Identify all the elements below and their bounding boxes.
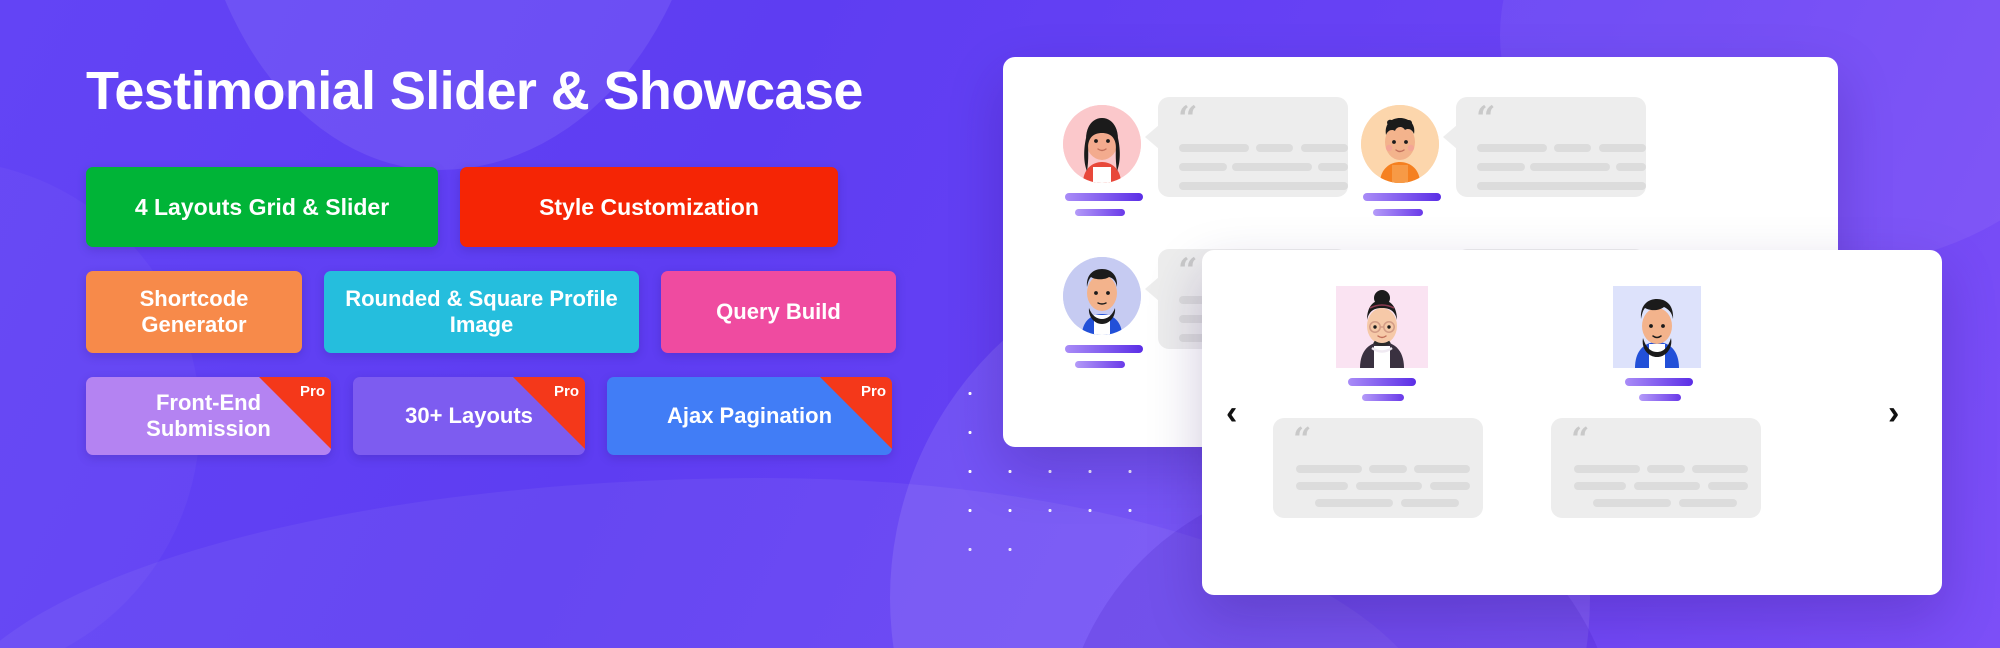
quote-icon: “ — [1293, 420, 1312, 458]
man-orange-avatar — [1361, 105, 1439, 183]
feature-chip-label: 30+ Layouts — [405, 402, 533, 428]
pro-ribbon-label: Pro — [553, 383, 579, 401]
feature-chip-rounded-square-profile-image[interactable]: Rounded & Square Profile Image — [324, 271, 639, 354]
preview-card-slider-layout[interactable]: “ “ ‹ › — [1202, 250, 1942, 595]
feature-chip-30-plus-layouts[interactable]: 30+ Layouts Pro — [353, 377, 585, 456]
testimonial-role-bar — [1373, 209, 1423, 216]
testimonial-quote-bubble: “ — [1145, 97, 1348, 197]
testimonial-banner: Testimonial Slider & Showcase 4 Layouts … — [0, 0, 2000, 648]
testimonial-name-bar — [1363, 193, 1441, 201]
woman-pink-avatar — [1063, 105, 1141, 183]
feature-chip-list: 4 Layouts Grid & Slider Style Customizat… — [86, 167, 906, 456]
page-title: Testimonial Slider & Showcase — [86, 61, 863, 121]
feature-chip-row-3: Front-End Submission Pro 30+ Layouts Pro… — [86, 377, 906, 456]
feature-chip-label: 4 Layouts Grid & Slider — [134, 194, 390, 221]
feature-chip-label: Query Build — [716, 298, 841, 324]
feature-chip-label: Style Customization — [539, 194, 759, 221]
feature-chip-label: Shortcode Generator — [139, 285, 249, 338]
feature-chip-label: Front-End Submission — [146, 389, 271, 442]
testimonial-name-bar — [1065, 345, 1143, 353]
slider-next-arrow-icon[interactable]: › — [1888, 396, 1899, 430]
banner-left-column: Testimonial Slider & Showcase 4 Layouts … — [86, 61, 906, 456]
testimonial-role-bar — [1639, 394, 1681, 401]
pro-ribbon-label: Pro — [860, 383, 886, 401]
feature-chip-row-2: Shortcode Generator Rounded & Square Pro… — [86, 271, 906, 354]
feature-chip-shortcode-generator[interactable]: Shortcode Generator — [86, 271, 302, 354]
feature-chip-4-layouts-grid-slider[interactable]: 4 Layouts Grid & Slider — [86, 167, 438, 248]
feature-chip-style-customization[interactable]: Style Customization — [460, 167, 838, 248]
feature-chip-label: Rounded & Square Profile Image — [345, 285, 618, 338]
woman-glasses-avatar — [1336, 286, 1428, 368]
feature-chip-front-end-submission[interactable]: Front-End Submission Pro — [86, 377, 331, 456]
testimonial-name-bar — [1625, 378, 1693, 386]
man-beard-lavender-avatar — [1063, 257, 1141, 335]
quote-icon: “ — [1178, 251, 1198, 291]
quote-icon: “ — [1178, 99, 1198, 139]
quote-icon: “ — [1476, 99, 1496, 139]
quote-icon: “ — [1571, 420, 1590, 458]
testimonial-role-bar — [1075, 209, 1125, 216]
feature-chip-row-1: 4 Layouts Grid & Slider Style Customizat… — [86, 167, 906, 248]
feature-chip-label: Ajax Pagination — [666, 402, 833, 428]
testimonial-role-bar — [1075, 361, 1125, 368]
testimonial-role-bar — [1362, 394, 1404, 401]
testimonial-name-bar — [1348, 378, 1416, 386]
slider-prev-arrow-icon[interactable]: ‹ — [1226, 396, 1237, 430]
testimonial-quote-bubble: “ — [1551, 418, 1761, 518]
feature-chip-query-build[interactable]: Query Build — [661, 271, 896, 354]
testimonial-quote-bubble: “ — [1273, 418, 1483, 518]
feature-chip-ajax-pagination[interactable]: Ajax Pagination Pro — [607, 377, 892, 456]
testimonial-quote-bubble: “ — [1443, 97, 1646, 197]
man-beard-blue-avatar — [1613, 286, 1701, 368]
testimonial-name-bar — [1065, 193, 1143, 201]
